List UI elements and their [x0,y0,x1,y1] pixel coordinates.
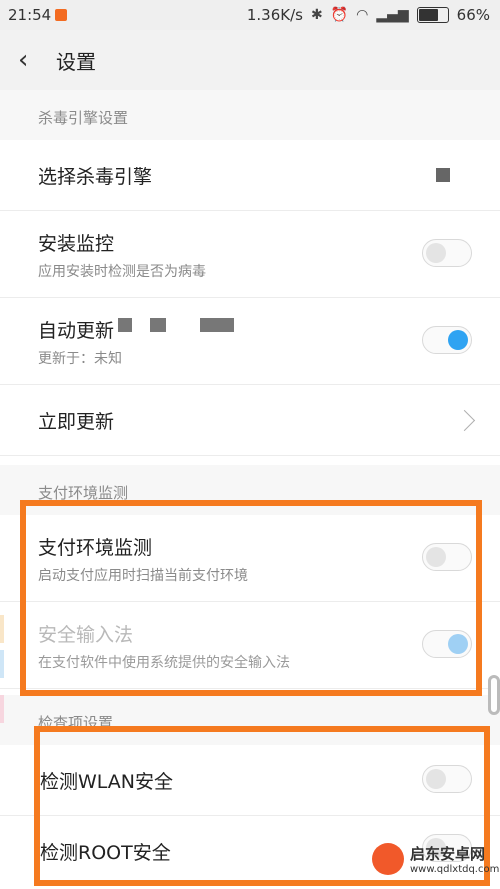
left-mark [0,615,4,643]
row-install-monitor[interactable]: 安装监控 应用安装时检测是否为病毒 [0,211,500,298]
watermark-url: www.qdlxtdq.com [410,864,500,875]
title-bar: ‹ 设置 [0,30,500,90]
row-label: 检测WLAN安全 [40,771,174,793]
bluetooth-icon: ✱ [310,7,323,23]
scroll-handle[interactable] [488,675,500,715]
watermark-logo: 启东安卓网 www.qdlxtdq.com [372,841,499,885]
status-time: 21:54 [8,6,52,24]
row-update-now[interactable]: 立即更新 [0,385,500,456]
install-monitor-toggle[interactable] [422,239,472,267]
back-arrow-icon[interactable]: ‹ [18,46,38,74]
status-bar: 21:54 1.36K/s ✱ ⏰ ◠ ▂▄▆ 66% [0,0,500,30]
row-label: 安装监控 [38,233,115,255]
chevron-right-icon [453,409,476,432]
page-title: 设置 [56,50,96,74]
row-label: 立即更新 [38,411,115,433]
section-header-label: 支付环境监测 [38,484,129,502]
row-label: 检测ROOT安全 [40,842,171,864]
row-wlan-check[interactable]: 检测WLAN安全 [0,745,500,816]
section-header-label: 杀毒引擎设置 [38,109,129,127]
section-header-label: 检查项设置 [38,714,114,732]
secure-input-toggle [422,630,472,658]
settings-list: 杀毒引擎设置 选择杀毒引擎 安装监控 应用安装时检测是否为病毒 自动更新 更新于… [0,90,500,889]
row-label: 安全输入法 [38,624,134,646]
row-choose-engine[interactable]: 选择杀毒引擎 [0,140,500,211]
battery-icon [416,7,449,23]
network-speed: 1.36K/s [246,6,303,24]
redaction-mark [150,318,166,332]
row-sublabel: 更新于：未知 [38,351,122,367]
auto-update-toggle[interactable] [422,326,472,354]
row-sublabel: 在支付软件中使用系统提供的安全输入法 [38,655,290,671]
redaction-mark [118,318,132,332]
row-secure-input: 安全输入法 在支付软件中使用系统提供的安全输入法 [0,602,500,689]
status-right: 1.36K/s ✱ ⏰ ◠ ▂▄▆ 66% [247,6,490,24]
section-header-checks: 检查项设置 [0,695,500,745]
wifi-icon: ◠ [356,7,369,23]
redaction-mark [200,318,234,332]
battery-percent: 66% [456,6,490,24]
alarm-off-icon: ⏰ [330,7,349,23]
payment-monitor-toggle[interactable] [422,543,472,571]
row-label: 支付环境监测 [38,537,153,559]
row-label: 选择杀毒引擎 [38,166,153,188]
wlan-check-toggle[interactable] [422,765,472,793]
left-mark [0,650,4,678]
row-payment-monitor[interactable]: 支付环境监测 启动支付应用时扫描当前支付环境 [0,515,500,602]
row-sublabel: 应用安装时检测是否为病毒 [38,264,206,280]
row-label: 自动更新 [38,320,115,342]
section-header-payment: 支付环境监测 [0,465,500,515]
left-mark [0,695,4,723]
signal-icon: ▂▄▆ [376,7,409,23]
engine-icon [436,168,450,182]
watermark-brand: 启东安卓网 [410,845,486,863]
row-auto-update[interactable]: 自动更新 更新于：未知 [0,298,500,385]
watermark-icon [372,843,404,875]
notification-icon [55,9,67,21]
section-header-engine: 杀毒引擎设置 [0,90,500,140]
row-sublabel: 启动支付应用时扫描当前支付环境 [38,568,248,584]
